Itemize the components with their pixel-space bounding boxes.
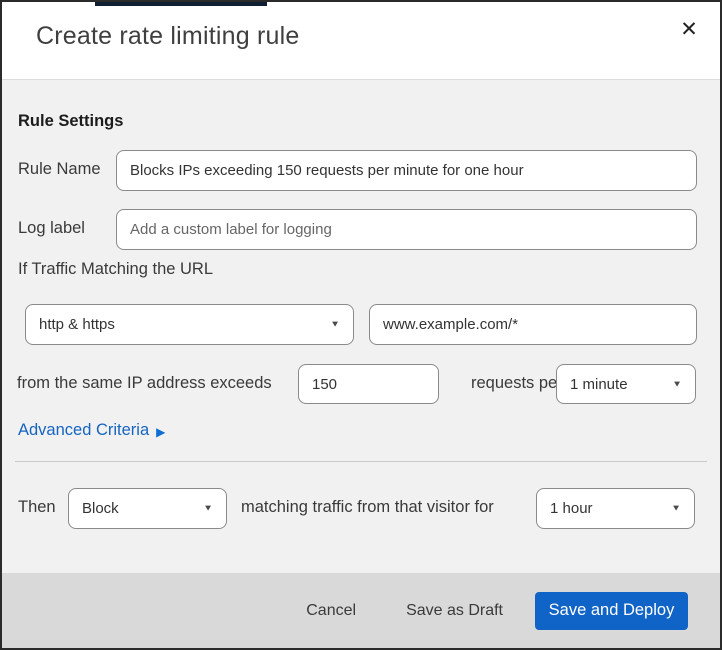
modal-footer: Cancel Save as Draft Save and Deploy	[2, 573, 720, 648]
rule-name-label: Rule Name	[18, 160, 101, 178]
duration-selected-value: 1 hour	[550, 500, 593, 517]
traffic-match-intro: If Traffic Matching the URL	[18, 260, 214, 278]
save-as-draft-button[interactable]: Save as Draft	[400, 594, 509, 628]
advanced-criteria-label: Advanced Criteria	[18, 421, 150, 439]
chevron-down-icon: ▼	[672, 379, 682, 389]
advanced-criteria-link[interactable]: Advanced Criteria ▶	[18, 421, 165, 440]
action-middle-text: matching traffic from that visitor for	[241, 498, 494, 516]
modal-header: Create rate limiting rule ✕	[2, 2, 720, 80]
threshold-suffix-text: requests per	[471, 374, 563, 392]
action-selected-value: Block	[82, 500, 119, 517]
then-label: Then	[18, 498, 56, 516]
chevron-down-icon: ▼	[671, 503, 681, 514]
save-and-deploy-button[interactable]: Save and Deploy	[535, 591, 688, 630]
modal-title: Create rate limiting rule	[36, 22, 300, 50]
close-icon: ✕	[680, 17, 698, 41]
arrow-right-icon: ▶	[156, 424, 166, 439]
threshold-prefix-text: from the same IP address exceeds	[17, 374, 272, 392]
period-selected-value: 1 minute	[570, 375, 628, 393]
chevron-down-icon: ▼	[330, 319, 340, 330]
threshold-input[interactable]	[298, 364, 439, 404]
duration-select[interactable]: 1 hour ▼	[536, 488, 695, 529]
cancel-button[interactable]: Cancel	[300, 594, 362, 628]
url-pattern-input[interactable]	[369, 304, 697, 345]
log-label-input[interactable]	[116, 209, 697, 250]
period-select[interactable]: 1 minute ▼	[556, 364, 696, 404]
scheme-selected-value: http & https	[39, 316, 115, 333]
section-divider	[15, 461, 707, 462]
close-button[interactable]: ✕	[672, 12, 706, 46]
section-heading-rule-settings: Rule Settings	[18, 112, 124, 130]
chevron-down-icon: ▼	[203, 503, 213, 514]
create-rate-limiting-rule-modal: Create rate limiting rule ✕ Rule Setting…	[0, 0, 722, 650]
rule-name-input[interactable]	[116, 150, 697, 191]
action-select[interactable]: Block ▼	[68, 488, 227, 529]
scheme-select[interactable]: http & https ▼	[25, 304, 354, 345]
background-page-sliver	[95, 2, 267, 6]
log-label-label: Log label	[18, 219, 85, 237]
